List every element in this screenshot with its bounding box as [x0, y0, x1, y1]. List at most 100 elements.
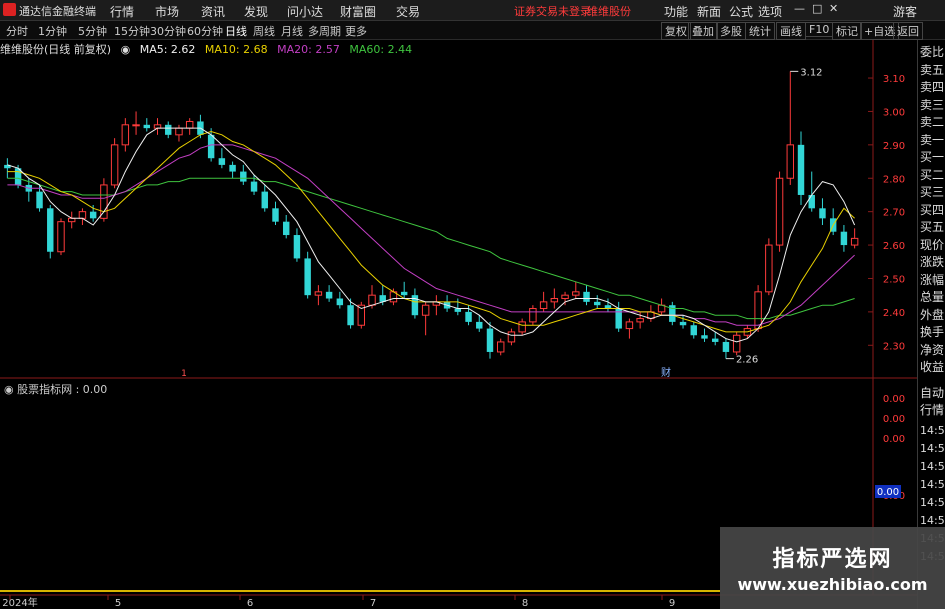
candle-body: [121, 124, 130, 146]
menu-caifuquan[interactable]: 财富圈: [340, 3, 376, 20]
tf-30min[interactable]: 30分钟: [150, 23, 186, 39]
candle-body: [272, 208, 279, 222]
candle-body: [454, 308, 462, 312]
quote-sidebar: 委比 卖五 卖四 卖三 卖二 卖一 买一 买二 买三 买四 买五 现价 涨跌 涨幅 总量 外盘 换手 净资 收益 自动…: [917, 40, 945, 609]
kline-chart[interactable]: 3.10 3.00 2.90 2.80 2.70 2.60 2.50 2.40 2.30 0.00…: [0, 40, 917, 609]
tf-5min[interactable]: 5分钟: [78, 23, 107, 39]
menu-hangqing[interactable]: 行情: [110, 3, 134, 20]
menu-shichang[interactable]: 市场: [155, 3, 179, 20]
maximize-icon[interactable]: □: [812, 2, 822, 15]
candle-body: [797, 144, 805, 195]
candle-body: [486, 328, 494, 352]
sidebar-item: 委比: [920, 45, 945, 59]
price-tick-label: 2.30: [883, 341, 905, 352]
guest-user[interactable]: 游客: [893, 3, 917, 20]
btn-tongji[interactable]: 统计: [745, 22, 775, 40]
candle-body: [36, 191, 43, 209]
candle-body: [347, 305, 354, 326]
candle-body: [679, 321, 687, 326]
candle-body: [368, 294, 376, 306]
btn-huaxian[interactable]: 画线: [776, 22, 806, 40]
sub-tick-label: 0.00: [883, 434, 905, 445]
menu-jiaoyi[interactable]: 交易: [396, 3, 420, 20]
tick-time: 14:56: [920, 514, 945, 527]
candle-body: [722, 341, 730, 352]
menu-faxian[interactable]: 发现: [244, 3, 268, 20]
x-tick-label: 5: [115, 598, 121, 609]
tf-fenshi[interactable]: 分时: [6, 23, 28, 39]
candle-body: [529, 308, 537, 323]
x-tick-label: 7: [370, 598, 376, 609]
btn-diejia[interactable]: 叠加: [688, 22, 718, 40]
candle-body: [229, 164, 236, 172]
quote-label[interactable]: 行情: [920, 403, 945, 418]
tf-monthly[interactable]: 月线: [281, 23, 303, 39]
close-icon[interactable]: ✕: [829, 2, 838, 15]
stock-link[interactable]: 维维股份: [587, 3, 631, 19]
candle-body: [57, 221, 65, 253]
candle-body: [496, 341, 505, 353]
small-marker[interactable]: 1: [181, 369, 187, 379]
menu-gongshi[interactable]: 公式: [729, 3, 753, 20]
menu-zixun[interactable]: 资讯: [201, 3, 225, 20]
candle-body: [808, 194, 815, 209]
tf-15min[interactable]: 15分钟: [114, 23, 150, 39]
login-notice[interactable]: 证券交易未登录: [514, 3, 591, 19]
candle-body: [304, 258, 311, 296]
sidebar-item: 外盘: [920, 307, 945, 322]
ma5-line: [7, 127, 856, 343]
event-marker[interactable]: 财: [661, 366, 671, 379]
sidebar-item: 涨幅: [920, 272, 945, 287]
btn-duogu[interactable]: 多股: [716, 22, 746, 40]
menu-xuanxiang[interactable]: 选项: [758, 3, 782, 20]
candle-body: [175, 127, 183, 136]
tf-1min[interactable]: 1分钟: [38, 23, 67, 39]
candle-body: [690, 325, 697, 336]
tf-more[interactable]: 更多: [345, 23, 367, 39]
menu-gongneng[interactable]: 功能: [664, 3, 688, 20]
btn-fanhui[interactable]: 返回: [893, 22, 923, 40]
candle-body: [314, 291, 323, 296]
candle-body: [636, 318, 644, 323]
watermark: 指标严选网 www.xuezhibiao.com: [720, 527, 945, 609]
sidebar-item: 买二: [920, 167, 945, 182]
candle-body: [625, 321, 634, 330]
minimize-icon[interactable]: —: [794, 2, 805, 15]
tf-daily[interactable]: 日线: [225, 23, 247, 39]
btn-biaoji[interactable]: 标记: [832, 22, 862, 40]
candle-body: [218, 158, 226, 165]
settings-icon[interactable]: ◉: [4, 383, 17, 396]
menu-xinmian[interactable]: 新面: [697, 3, 721, 20]
sidebar-item: 卖五: [920, 62, 945, 77]
watermark-title: 指标严选网: [772, 547, 893, 572]
btn-f10[interactable]: F10: [805, 22, 834, 37]
candle-body: [132, 124, 140, 127]
price-tick-label: 2.90: [883, 141, 905, 152]
auto-label[interactable]: 自动: [920, 386, 945, 401]
price-tick-label: 2.60: [883, 241, 905, 252]
x-tick-label: 9: [669, 598, 675, 609]
candle-body: [325, 291, 333, 299]
candle-body: [550, 298, 559, 303]
x-tick-label: 6: [247, 598, 253, 609]
candle-body: [165, 124, 172, 135]
sidebar-item: 总量: [920, 290, 945, 304]
tf-weekly[interactable]: 周线: [253, 23, 275, 39]
sidebar-item: 收益: [920, 360, 945, 374]
tick-time: 14:56: [920, 496, 945, 509]
price-tick-label: 3.00: [883, 107, 905, 118]
price-tick-label: 2.50: [883, 274, 905, 285]
candle-body: [786, 144, 795, 179]
sidebar-item: 买四: [920, 202, 945, 217]
menu-wenxiaoda[interactable]: 问小达: [287, 3, 323, 20]
tick-time: 14:56: [920, 424, 945, 437]
tf-60min[interactable]: 60分钟: [187, 23, 223, 39]
price-tick-label: 3.10: [883, 74, 905, 85]
candle-body: [518, 321, 526, 333]
tf-multi[interactable]: 多周期: [308, 23, 341, 39]
candle-body: [400, 291, 408, 296]
btn-fuquan[interactable]: 复权: [661, 22, 691, 40]
candle-body: [89, 211, 97, 219]
candle-body: [250, 181, 258, 192]
tick-time: 14:56: [920, 442, 945, 455]
